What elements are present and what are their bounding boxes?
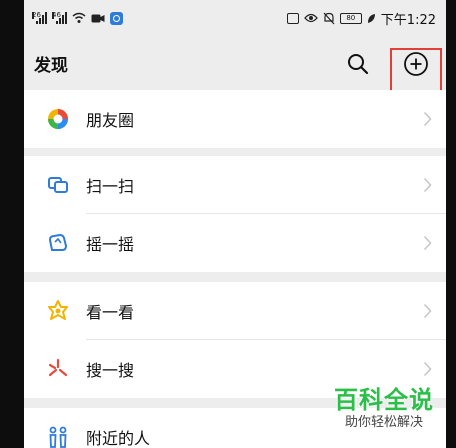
shake-icon bbox=[48, 233, 68, 251]
chevron-right-icon bbox=[423, 303, 432, 319]
search-icon[interactable] bbox=[346, 52, 370, 76]
battery-icon: 80 bbox=[339, 12, 362, 24]
menu-group-scan-shake: 扫一扫 摇一摇 bbox=[24, 156, 446, 272]
menu-item-top-stories[interactable]: 看一看 bbox=[24, 282, 446, 340]
leaf-icon bbox=[367, 13, 375, 23]
app-notification-icon bbox=[110, 11, 123, 25]
search-spark-icon bbox=[48, 358, 68, 377]
menu-label: 摇一摇 bbox=[86, 235, 135, 254]
page-title: 发现 bbox=[34, 55, 68, 76]
mute-bell-icon bbox=[323, 12, 335, 24]
menu-item-scan[interactable]: 扫一扫 bbox=[24, 156, 446, 214]
chevron-right-icon bbox=[423, 177, 432, 193]
wifi-icon bbox=[72, 12, 86, 23]
chevron-right-icon bbox=[423, 361, 432, 377]
people-nearby-icon bbox=[49, 426, 67, 448]
clock-time: 下午1:22 bbox=[380, 12, 436, 28]
watermark-title: 百科全说 bbox=[334, 386, 434, 414]
signal-icon-sim1: 26 bbox=[32, 12, 47, 24]
top-stories-icon bbox=[48, 300, 68, 320]
signal-icon-sim2: 46 bbox=[52, 12, 67, 24]
watermark: 百科全说 助你轻松解决 bbox=[334, 386, 434, 432]
eye-comfort-icon bbox=[303, 13, 318, 23]
phone-screen: 26 46 80 下午1:22 发现 朋友圈 扫一扫 摇一摇 看一看 搜一搜 附… bbox=[24, 0, 446, 448]
discover-header: 发现 bbox=[24, 36, 446, 92]
watermark-subtitle: 助你轻松解决 bbox=[344, 415, 423, 430]
menu-label: 搜一搜 bbox=[86, 361, 135, 380]
menu-item-moments[interactable]: 朋友圈 bbox=[24, 90, 446, 148]
menu-item-shake[interactable]: 摇一摇 bbox=[24, 214, 446, 272]
menu-label: 朋友圈 bbox=[86, 111, 135, 130]
highlight-box bbox=[390, 48, 442, 92]
video-call-icon bbox=[91, 14, 105, 22]
menu-group-moments: 朋友圈 bbox=[24, 90, 446, 148]
menu-label: 看一看 bbox=[86, 303, 135, 322]
phone-bezel-left bbox=[0, 0, 24, 448]
status-bar: 26 46 80 下午1:22 bbox=[24, 0, 446, 36]
chevron-right-icon bbox=[423, 111, 432, 127]
menu-label: 扫一扫 bbox=[86, 177, 135, 196]
nfc-icon bbox=[286, 12, 299, 24]
menu-group-stories-search: 看一看 搜一搜 bbox=[24, 282, 446, 398]
moments-icon bbox=[48, 109, 68, 129]
scan-icon bbox=[48, 177, 68, 193]
chevron-right-icon bbox=[423, 235, 432, 251]
phone-bezel-right bbox=[446, 0, 456, 448]
menu-label: 附近的人 bbox=[86, 429, 151, 448]
